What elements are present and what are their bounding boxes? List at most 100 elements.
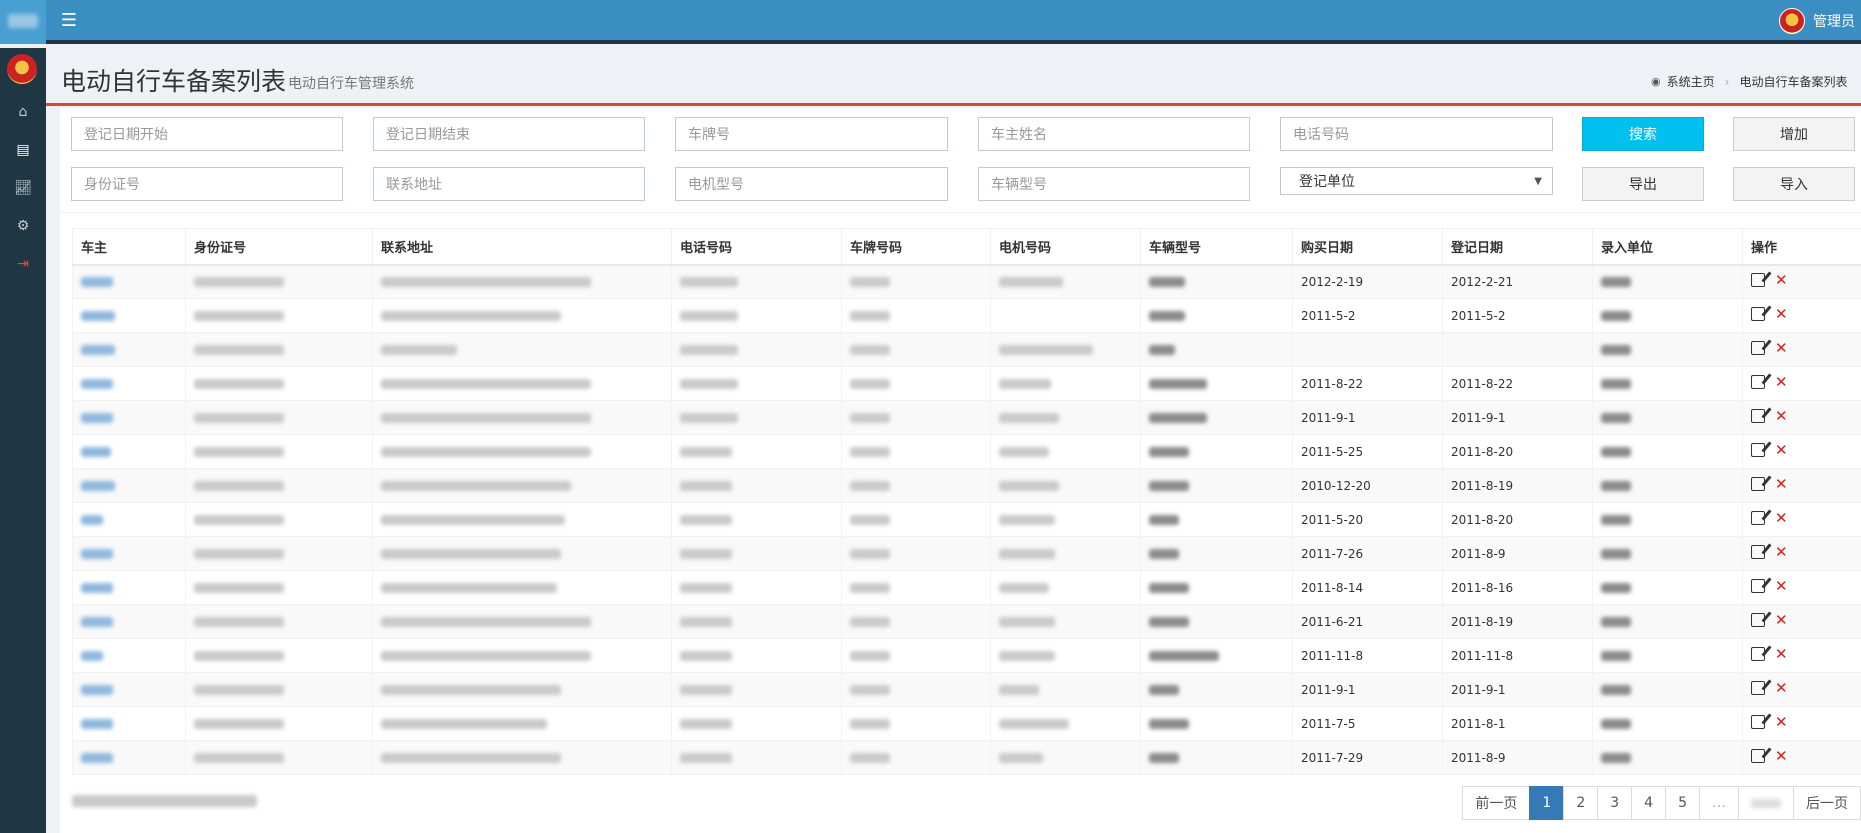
edit-icon[interactable] [1751,443,1765,457]
redacted-cell [1592,570,1743,605]
edit-icon[interactable] [1751,273,1765,288]
search-button[interactable]: 搜索 [1582,117,1704,151]
actions-cell: ✕ [1742,536,1861,571]
document-icon[interactable]: ▤ [0,131,46,169]
delete-icon[interactable]: ✕ [1775,341,1788,356]
delete-icon[interactable]: ✕ [1775,511,1788,526]
owner-name-link-blurred[interactable] [81,549,113,559]
breadcrumb-home[interactable]: 系统主页 [1667,73,1715,90]
user-name[interactable]: 管理员 [1813,11,1861,31]
reg-date-cell: 2011-5-2 [1442,298,1593,333]
owner-name-link-blurred[interactable] [81,617,113,627]
owner-name-link-blurred[interactable] [81,277,113,288]
redacted-cell [841,366,991,401]
gear-icon[interactable]: ⚙ [0,207,46,245]
edit-icon[interactable] [1751,613,1765,627]
purchase-date-cell: 2011-5-25 [1292,434,1443,469]
redacted-cell [185,536,373,571]
page-title: 电动自行车备案列表 [61,67,287,96]
delete-icon[interactable]: ✕ [1775,375,1788,390]
reg-date-end-input[interactable]: 登记日期结束 [373,117,645,151]
edit-icon[interactable] [1751,341,1765,355]
blurred-text [1149,481,1189,491]
motor-model-input[interactable]: 电机型号 [675,167,948,201]
next-page-button[interactable]: 后一页 [1793,786,1861,820]
edit-icon[interactable] [1751,715,1765,729]
delete-icon[interactable]: ✕ [1775,545,1788,560]
edit-icon[interactable] [1751,545,1765,559]
owner-name-link-blurred[interactable] [81,311,115,321]
id-no-input[interactable]: 身份证号 [71,167,343,201]
owner-name-link-blurred[interactable] [81,753,113,763]
owner-name-link-blurred[interactable] [81,685,113,695]
owner-name-link-blurred[interactable] [81,379,113,389]
reg-date-cell: 2011-8-9 [1442,740,1593,775]
delete-icon[interactable]: ✕ [1775,749,1788,764]
owner-name-link-blurred[interactable] [81,719,113,729]
edit-icon[interactable] [1751,749,1765,763]
sign-out-icon[interactable]: ⇥ [0,245,46,283]
actions-cell: ✕ [1742,502,1861,537]
delete-icon[interactable]: ✕ [1775,613,1788,628]
redacted-cell [1592,502,1743,537]
edit-icon[interactable] [1751,681,1765,695]
add-button[interactable]: 增加 [1733,117,1855,151]
owner-name-link-blurred[interactable] [81,515,103,525]
delete-icon[interactable]: ✕ [1775,409,1788,424]
blurred-text [1601,617,1631,627]
edit-icon[interactable] [1751,307,1765,321]
reg-unit-select[interactable]: 登记单位 ▼ [1280,167,1553,195]
home-icon[interactable]: ⌂ [0,93,46,131]
user-menu[interactable]: 管理员 [1779,7,1861,35]
delete-icon[interactable]: ✕ [1775,273,1788,288]
plate-no-input[interactable]: 车牌号 [675,117,948,151]
delete-icon[interactable]: ✕ [1775,477,1788,492]
import-button[interactable]: 导入 [1733,167,1855,201]
owner-name-link-blurred[interactable] [81,345,115,355]
hamburger-menu-icon[interactable]: ☰ [58,10,80,32]
edit-icon[interactable] [1751,375,1765,389]
owner-name-link-blurred[interactable] [81,413,113,423]
owner-name-link-blurred[interactable] [81,447,111,457]
row-actions: ✕ [1751,715,1788,730]
page-number-button[interactable]: 2 [1563,786,1599,820]
delete-icon[interactable]: ✕ [1775,715,1788,730]
prev-page-button[interactable]: 前一页 [1462,786,1531,820]
page-number-button[interactable]: 4 [1631,786,1667,820]
export-button[interactable]: 导出 [1582,167,1704,201]
delete-icon[interactable]: ✕ [1775,307,1788,322]
page-number-button[interactable]: 3 [1597,786,1633,820]
page-number-button[interactable]: 5 [1665,786,1700,820]
delete-icon[interactable]: ✕ [1775,681,1788,696]
page-number-button[interactable]: 1 [1529,786,1565,820]
edit-icon[interactable] [1751,511,1765,525]
record-count-info-blurred [72,795,257,807]
owner-name-input[interactable]: 车主姓名 [978,117,1250,151]
owner-name-link-blurred[interactable] [81,651,103,661]
app-logo[interactable] [0,0,46,44]
owner-name-link-blurred[interactable] [81,583,113,593]
address-input[interactable]: 联系地址 [373,167,645,201]
owner-name-link-blurred[interactable] [81,481,115,491]
blurred-text [680,345,738,355]
line-chart-icon[interactable]: 📈︎ [0,169,46,207]
redacted-cell [72,570,186,605]
last-page-button-blurred[interactable] [1738,786,1794,820]
delete-icon[interactable]: ✕ [1775,647,1788,662]
delete-icon[interactable]: ✕ [1775,443,1788,458]
edit-icon[interactable] [1751,647,1765,661]
reg-date-start-input[interactable]: 登记日期开始 [71,117,343,151]
actions-cell: ✕ [1742,400,1861,435]
edit-icon[interactable] [1751,409,1765,423]
actions-cell: ✕ [1742,298,1861,333]
edit-icon[interactable] [1751,579,1765,593]
phone-input[interactable]: 电话号码 [1280,117,1553,151]
column-header: 登记日期 [1442,228,1593,266]
edit-icon[interactable] [1751,477,1765,491]
vehicle-model-input[interactable]: 车辆型号 [978,167,1250,201]
reg-date-cell: 2011-8-20 [1442,502,1593,537]
blurred-text [1601,481,1631,491]
blurred-text [850,685,890,695]
avatar[interactable] [1779,8,1805,34]
delete-icon[interactable]: ✕ [1775,579,1788,594]
